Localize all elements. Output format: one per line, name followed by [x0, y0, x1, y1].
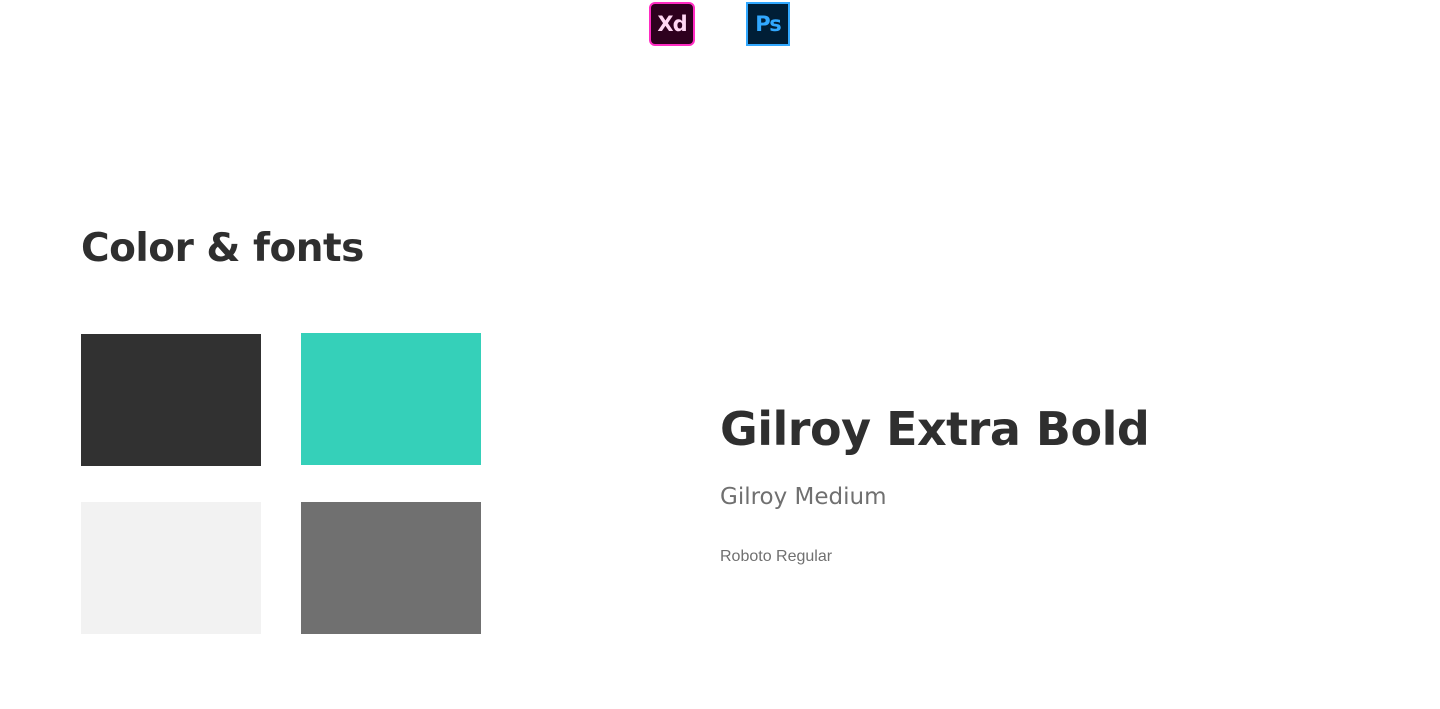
font-sample-medium: Gilroy Medium — [720, 484, 887, 510]
section-title: Color & fonts — [81, 226, 364, 271]
tool-icons: Xd Ps — [649, 2, 790, 46]
adobe-xd-icon: Xd — [649, 2, 695, 46]
page: Xd Ps Color & fonts Gilroy Extra Bold Gi… — [0, 0, 1440, 709]
photoshop-icon: Ps — [746, 2, 790, 46]
font-sample-extra-bold: Gilroy Extra Bold — [720, 402, 1150, 456]
color-swatch-dark — [81, 334, 261, 466]
font-sample-regular: Roboto Regular — [720, 548, 833, 565]
photoshop-icon-label: Ps — [755, 12, 782, 36]
color-swatch-gray — [301, 502, 481, 634]
color-swatch-light — [81, 502, 261, 634]
color-swatch-teal — [301, 333, 481, 465]
adobe-xd-icon-label: Xd — [657, 12, 687, 36]
